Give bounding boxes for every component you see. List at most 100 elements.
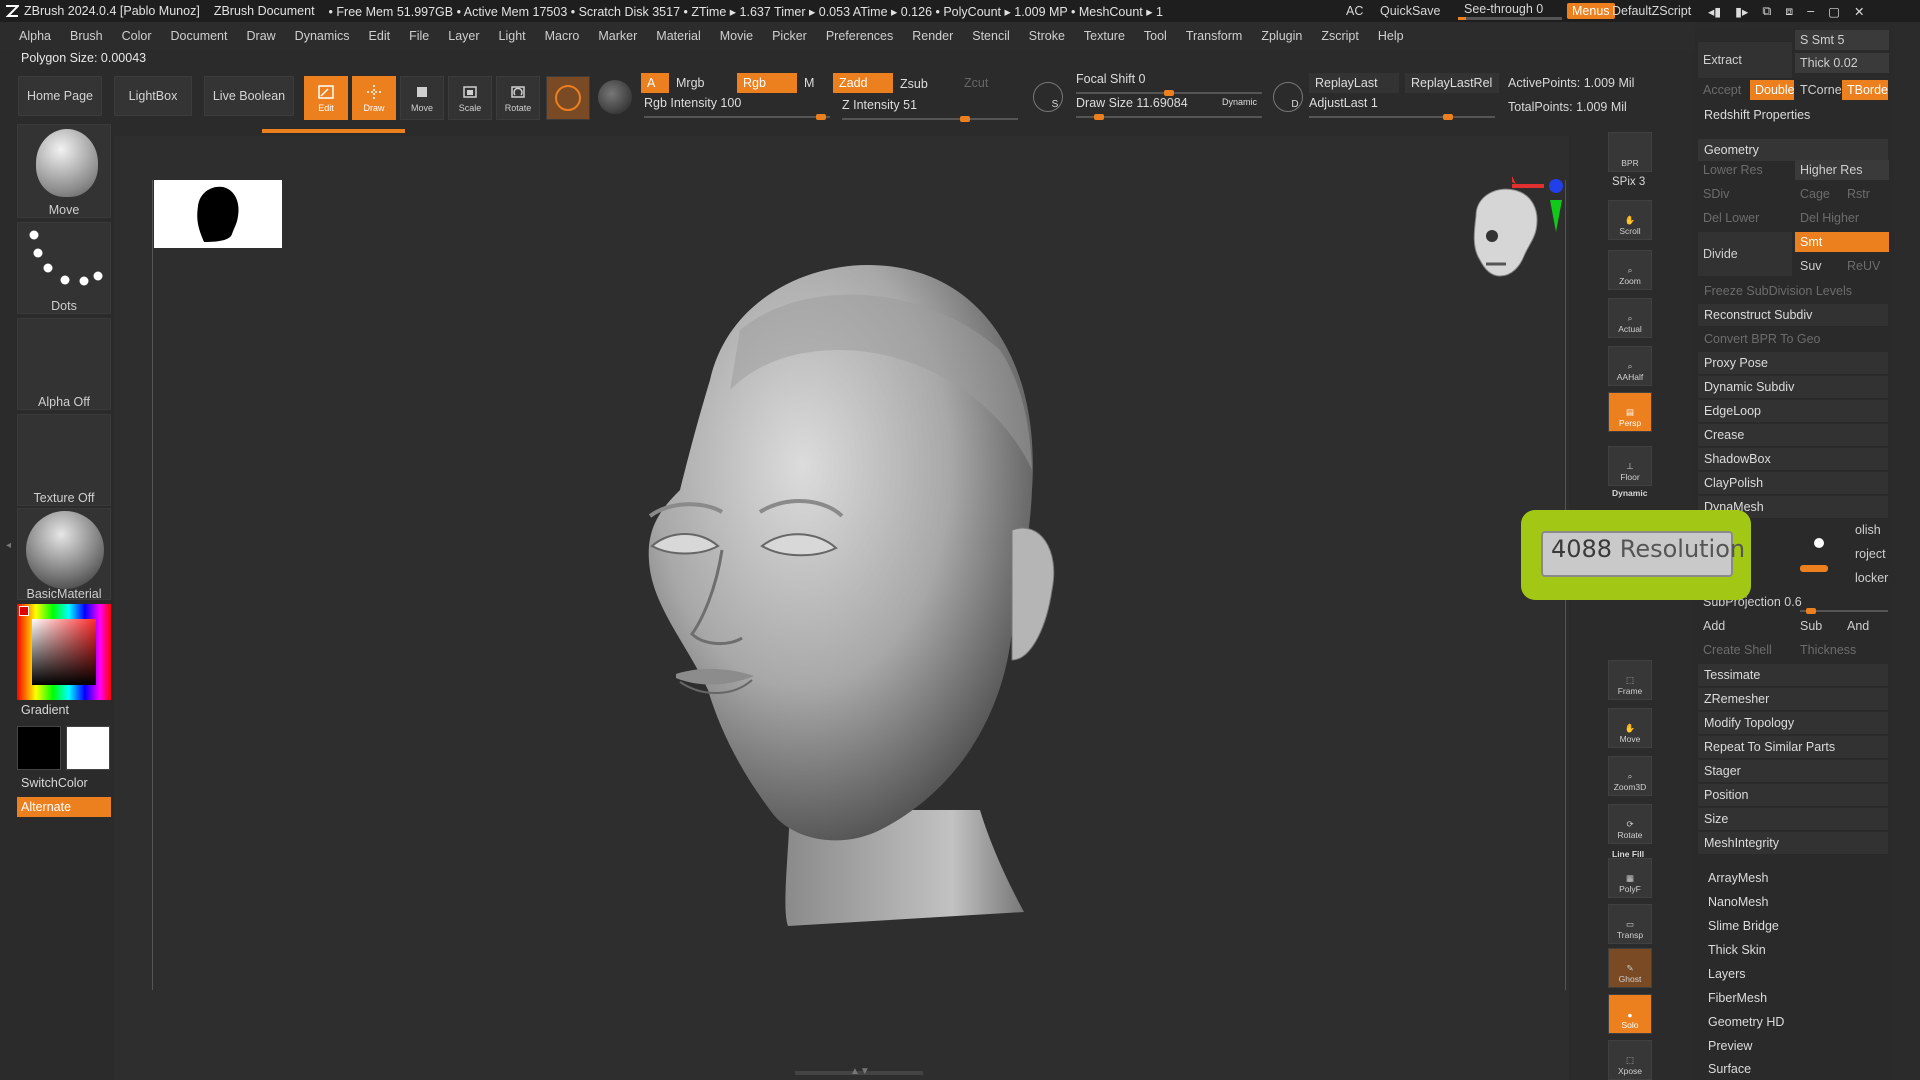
ac-button[interactable]: AC <box>1346 0 1363 22</box>
a-mode-toggle[interactable]: A <box>641 73 669 93</box>
add-button[interactable]: Add <box>1698 616 1792 636</box>
reconstruct-subdiv-button[interactable]: Reconstruct Subdiv <box>1698 304 1888 326</box>
move-view-button[interactable]: ✋ Move <box>1608 708 1652 748</box>
zadd-toggle[interactable]: Zadd <box>833 73 893 93</box>
layout-left-icon[interactable]: ◂▮ <box>1708 4 1721 19</box>
claypolish-section[interactable]: ClayPolish <box>1698 472 1888 494</box>
geometry-section-header[interactable]: Geometry <box>1698 139 1888 161</box>
size-section[interactable]: Size <box>1698 808 1888 830</box>
menu-preferences[interactable]: Preferences <box>826 29 893 43</box>
menu-tool[interactable]: Tool <box>1144 29 1167 43</box>
zcut-toggle[interactable]: Zcut <box>958 73 998 93</box>
divide-button[interactable]: Divide <box>1698 232 1792 276</box>
zsub-toggle[interactable]: Zsub <box>894 74 950 94</box>
geometry-hd-section[interactable]: Geometry HD <box>1698 1011 1888 1033</box>
lightbox-button[interactable]: LightBox <box>114 76 192 116</box>
create-shell-button[interactable]: Create Shell <box>1698 640 1792 660</box>
menu-alpha[interactable]: Alpha <box>19 29 51 43</box>
thickness-slider[interactable]: Thickness <box>1795 640 1889 660</box>
alternate-toggle[interactable]: Alternate <box>17 797 111 817</box>
polyf-button[interactable]: ▦ PolyF <box>1608 858 1652 898</box>
menu-brush[interactable]: Brush <box>70 29 103 43</box>
zoom-button[interactable]: ⌕ Zoom <box>1608 250 1652 290</box>
thick-skin-section[interactable]: Thick Skin <box>1698 939 1888 961</box>
tborde-toggle[interactable]: TBorde <box>1842 80 1888 100</box>
shelf-collapse-icon[interactable]: ◂ <box>6 540 11 570</box>
default-zscript-button[interactable]: DefaultZScript <box>1612 0 1691 22</box>
move-mode-button[interactable]: Move <box>400 76 444 120</box>
see-through-slider[interactable]: See-through 0 <box>1458 0 1562 22</box>
preview-section[interactable]: Preview <box>1698 1035 1888 1057</box>
lower-res-button[interactable]: Lower Res <box>1698 160 1792 180</box>
layers-section[interactable]: Layers <box>1698 963 1888 985</box>
menu-picker[interactable]: Picker <box>772 29 807 43</box>
menu-material[interactable]: Material <box>656 29 700 43</box>
menu-zplugin[interactable]: Zplugin <box>1261 29 1302 43</box>
proxy-pose-section[interactable]: Proxy Pose <box>1698 352 1888 374</box>
arraymesh-section[interactable]: ArrayMesh <box>1698 867 1888 889</box>
persp-button[interactable]: ▤ Persp <box>1608 392 1652 432</box>
ui-swap-icon[interactable]: ⧉ <box>1762 4 1771 19</box>
edgeloop-section[interactable]: EdgeLoop <box>1698 400 1888 422</box>
smt-toggle[interactable]: Smt <box>1795 232 1889 252</box>
solo-button[interactable]: ● Solo <box>1608 994 1652 1034</box>
extract-button[interactable]: Extract <box>1698 42 1792 78</box>
del-higher-button[interactable]: Del Higher <box>1795 208 1889 228</box>
rotate-view-button[interactable]: ⟳ Rotate <box>1608 804 1652 844</box>
s-smt-slider[interactable]: S Smt 5 <box>1795 30 1889 50</box>
navigation-gizmo[interactable] <box>1456 176 1568 306</box>
sdiv-slider[interactable]: SDiv <box>1698 184 1792 204</box>
zoom3d-button[interactable]: ⌕ Zoom3D <box>1608 756 1652 796</box>
menu-edit[interactable]: Edit <box>369 29 391 43</box>
menu-texture[interactable]: Texture <box>1084 29 1125 43</box>
secondary-color-swatch[interactable] <box>66 726 110 770</box>
brush-preview-button[interactable] <box>546 76 590 120</box>
switch-color-button[interactable]: SwitchColor <box>21 776 88 790</box>
primary-color-swatch[interactable] <box>17 726 61 770</box>
m-toggle[interactable]: M <box>798 73 822 93</box>
reference-image[interactable] <box>154 180 282 248</box>
menu-zscript[interactable]: Zscript <box>1321 29 1359 43</box>
meshintegrity-section[interactable]: MeshIntegrity <box>1698 832 1888 854</box>
menu-stroke[interactable]: Stroke <box>1029 29 1065 43</box>
zremesher-section[interactable]: ZRemesher <box>1698 688 1888 710</box>
suv-toggle[interactable]: Suv <box>1795 256 1841 276</box>
ghost-button[interactable]: ✎ Ghost <box>1608 948 1652 988</box>
color-saturation-box[interactable] <box>32 619 96 685</box>
menu-layer[interactable]: Layer <box>448 29 479 43</box>
frame-button[interactable]: ⬚ Frame <box>1608 660 1652 700</box>
draw-mode-button[interactable]: Draw <box>352 76 396 120</box>
head-sculpt-model[interactable] <box>620 250 1100 950</box>
tcorne-toggle[interactable]: TCorne <box>1795 80 1842 100</box>
double-toggle[interactable]: Double <box>1750 80 1795 100</box>
close-icon[interactable]: ✕ <box>1854 4 1864 19</box>
shadowbox-section[interactable]: ShadowBox <box>1698 448 1888 470</box>
live-boolean-button[interactable]: Live Boolean <box>204 76 294 116</box>
rstr-button[interactable]: Rstr <box>1842 184 1888 204</box>
replay-last-button[interactable]: ReplayLast <box>1309 73 1399 93</box>
convert-bpr-button[interactable]: Convert BPR To Geo <box>1698 328 1888 350</box>
dynamic-toggle[interactable]: Dynamic <box>1222 97 1257 107</box>
adjust-last-slider[interactable]: AdjustLast 1 <box>1309 96 1495 120</box>
dynamic-subdiv-section[interactable]: Dynamic Subdiv <box>1698 376 1888 398</box>
freeze-subdivision-button[interactable]: Freeze SubDivision Levels <box>1698 280 1888 302</box>
restore-layout-icon[interactable]: ⧈ <box>1785 4 1793 19</box>
thick-slider[interactable]: Thick 0.02 <box>1795 53 1889 73</box>
subprojection-thumb[interactable] <box>1806 608 1816 614</box>
menu-dynamics[interactable]: Dynamics <box>295 29 350 43</box>
floor-button[interactable]: ⊥ Floor <box>1608 446 1652 486</box>
aahalf-button[interactable]: ⌕ AAHalf <box>1608 346 1652 386</box>
cage-button[interactable]: Cage <box>1795 184 1841 204</box>
higher-res-button[interactable]: Higher Res <box>1795 160 1889 180</box>
bpr-render-button[interactable]: BPR <box>1608 132 1652 172</box>
actual-button[interactable]: ⌕ Actual <box>1608 298 1652 338</box>
expand-arrow-icon[interactable]: ▲▼ <box>850 1066 870 1077</box>
xpose-button[interactable]: ⬚ Xpose <box>1608 1040 1652 1080</box>
repeat-to-similar-parts-section[interactable]: Repeat To Similar Parts <box>1698 736 1888 758</box>
menu-marker[interactable]: Marker <box>598 29 637 43</box>
menu-macro[interactable]: Macro <box>545 29 580 43</box>
sub-button[interactable]: Sub <box>1795 616 1841 636</box>
menu-movie[interactable]: Movie <box>720 29 753 43</box>
nanomesh-section[interactable]: NanoMesh <box>1698 891 1888 913</box>
stager-section[interactable]: Stager <box>1698 760 1888 782</box>
